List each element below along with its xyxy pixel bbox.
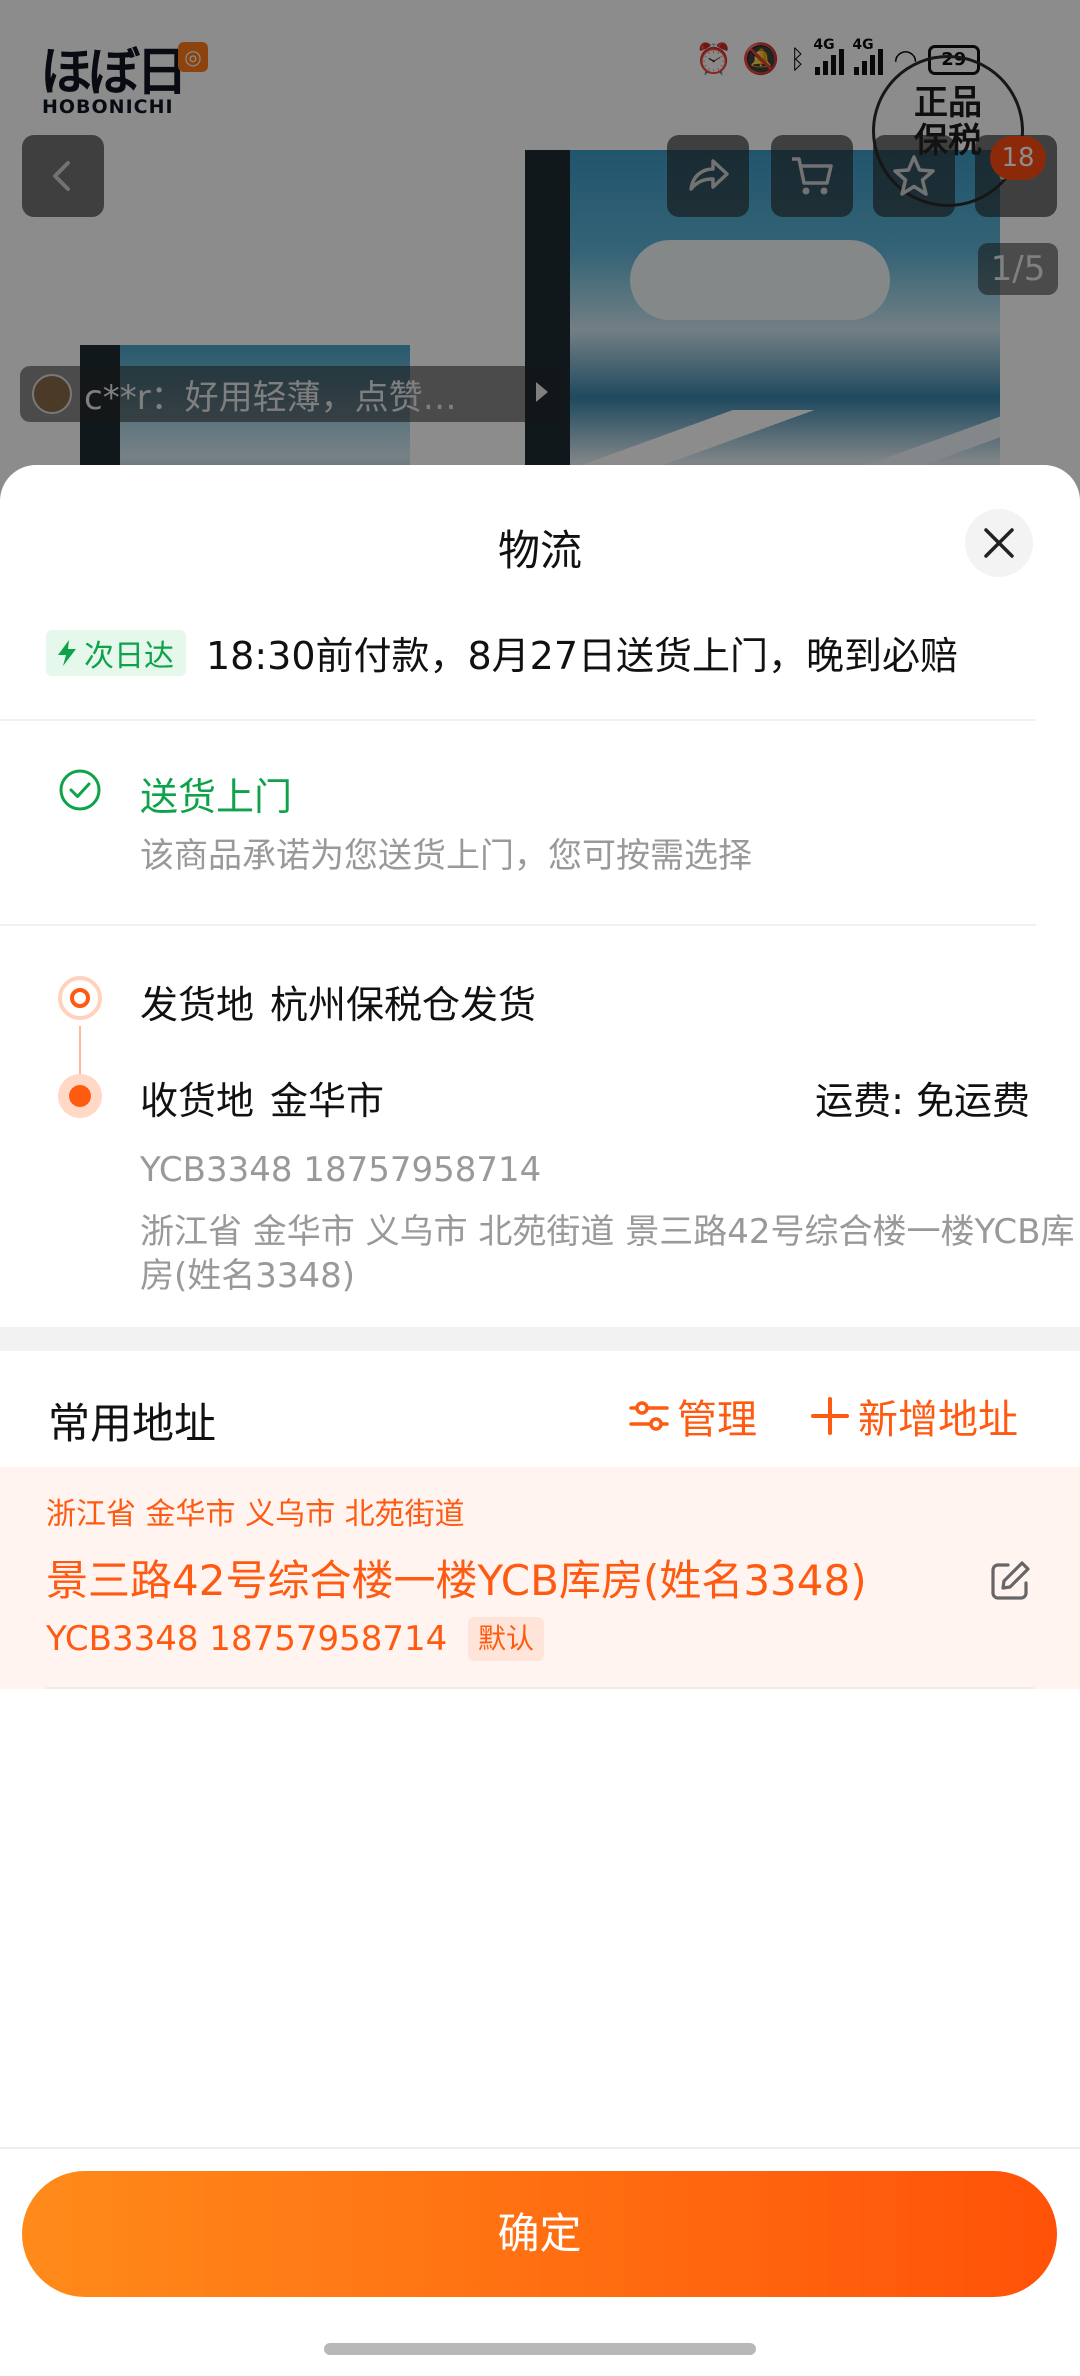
close-button[interactable] — [965, 509, 1033, 577]
address-card-selected[interactable]: 浙江省 金华市 义乌市 北苑街道 景三路42号综合楼一楼YCB库房(姓名3348… — [0, 1467, 1080, 1689]
next-day-tag: 次日达 — [46, 629, 186, 676]
origin-row: 发货地 杭州保税仓发货 — [140, 974, 536, 1029]
next-day-promo: 次日达 18:30前付款，8月27日送货上门，晚到必赔 — [46, 625, 958, 680]
destination-value: 金华市 — [270, 1079, 385, 1123]
footer-divider — [0, 2147, 1080, 2149]
divider — [0, 924, 1036, 926]
logistics-sheet: 物流 次日达 18:30前付款，8月27日送货上门，晚到必赔 送货上门 该商品承… — [0, 465, 1080, 2376]
divider — [0, 719, 1036, 721]
shipping-fee: 运费: 免运费 — [815, 1079, 1030, 1123]
modal-scrim[interactable] — [0, 0, 1080, 520]
home-indicator[interactable] — [324, 2343, 756, 2355]
address-contact: YCB3348 18757958714 — [46, 1619, 448, 1659]
origin-label: 发货地 — [140, 983, 255, 1027]
check-circle-icon — [59, 769, 101, 811]
route-line — [79, 1026, 81, 1076]
recipient-address: 浙江省 金华市 义乌市 北苑街道 景三路42号综合楼一楼YCB库房(姓名3348… — [140, 1212, 1075, 1296]
divider — [46, 1687, 1034, 1689]
sliders-icon — [629, 1401, 669, 1431]
add-address-button[interactable]: 新增地址 — [810, 1387, 1018, 1445]
default-badge: 默认 — [468, 1617, 545, 1661]
product-page-background: ほぼ日 ◎ HOBONICHI ⏰ 🔕 ᛒ 4G 4G ◠ 29 正品 保税 1… — [0, 0, 1080, 520]
common-address-title: 常用地址 — [48, 1399, 217, 1448]
edit-icon[interactable] — [986, 1557, 1034, 1605]
origin-value: 杭州保税仓发货 — [270, 983, 537, 1027]
manage-address-button[interactable]: 管理 — [627, 1387, 757, 1445]
address-street: 景三路42号综合楼一楼YCB库房(姓名3348) — [46, 1556, 867, 1605]
door-delivery-title: 送货上门 — [140, 775, 293, 819]
address-region: 浙江省 金华市 义乌市 北苑街道 — [46, 1497, 465, 1532]
sheet-title: 物流 — [497, 526, 582, 575]
door-delivery-desc: 该商品承诺为您送货上门，您可按需选择 — [140, 836, 752, 876]
origin-dot-icon — [58, 976, 102, 1020]
destination-row: 收货地 金华市 — [140, 1070, 384, 1125]
recipient-contact: YCB3348 18757958714 — [140, 1150, 542, 1190]
destination-dot-icon — [58, 1074, 102, 1118]
confirm-button[interactable]: 确定 — [22, 2171, 1057, 2297]
lightning-icon — [58, 639, 76, 666]
destination-label: 收货地 — [140, 1079, 255, 1123]
plus-icon — [811, 1397, 849, 1435]
close-icon — [984, 528, 1014, 558]
section-separator — [0, 1327, 1080, 1351]
promo-text: 18:30前付款，8月27日送货上门，晚到必赔 — [206, 634, 959, 678]
